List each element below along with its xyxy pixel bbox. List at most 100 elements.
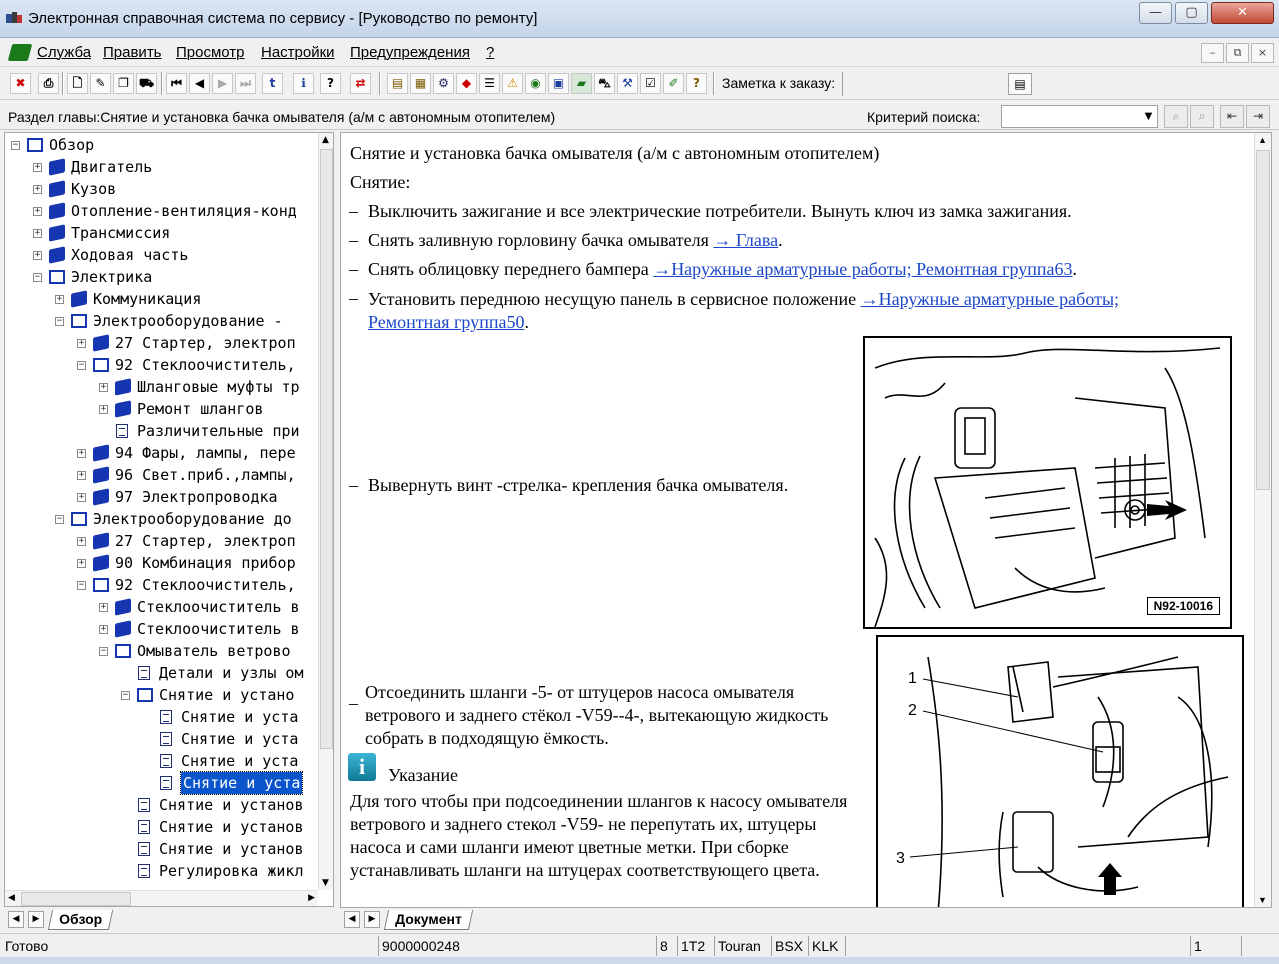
checklist-icon[interactable]: ☑ bbox=[640, 73, 661, 94]
collapse-icon[interactable]: − bbox=[121, 691, 130, 700]
expand-icon[interactable]: + bbox=[33, 251, 42, 260]
expand-icon[interactable]: + bbox=[77, 339, 86, 348]
menu-help[interactable]: ? bbox=[486, 44, 494, 61]
chevron-down-icon[interactable]: ▼ bbox=[1140, 106, 1157, 127]
tab-prev-icon[interactable]: ◀ bbox=[344, 911, 360, 928]
notes-icon[interactable]: ✐ bbox=[663, 73, 684, 94]
tree-node[interactable]: Различительные при bbox=[5, 420, 317, 442]
service-manual-icon[interactable]: ▰ bbox=[571, 73, 592, 94]
tree-node[interactable]: − 92 Стеклоочиститель, bbox=[5, 354, 317, 376]
exterior-repair-group-63-link[interactable]: →Наружные арматурные работы; Ремонтная г… bbox=[653, 259, 1072, 279]
back-to-top-icon[interactable]: t bbox=[262, 73, 283, 94]
globe-icon[interactable]: ◉ bbox=[525, 73, 546, 94]
help-icon[interactable]: ? bbox=[320, 73, 341, 94]
expand-icon[interactable]: + bbox=[77, 493, 86, 502]
next-page-icon[interactable]: ▶ bbox=[212, 73, 233, 94]
maximize-button[interactable]: ▢ bbox=[1175, 2, 1208, 24]
tab-next-icon[interactable]: ▶ bbox=[28, 911, 44, 928]
tree-node[interactable]: − Снятие и устано bbox=[5, 684, 317, 706]
order-note-edit-button[interactable]: ▤ bbox=[1008, 73, 1032, 95]
expand-icon[interactable]: + bbox=[33, 163, 42, 172]
expand-icon[interactable]: + bbox=[99, 383, 108, 392]
expand-icon[interactable]: + bbox=[33, 185, 42, 194]
expand-icon[interactable]: + bbox=[55, 295, 64, 304]
scroll-down-icon[interactable]: ▼ bbox=[322, 878, 329, 888]
print-icon[interactable]: ⎙ bbox=[38, 73, 59, 94]
search-icon[interactable]: ⌕ bbox=[1164, 105, 1188, 128]
collapse-icon[interactable]: − bbox=[77, 361, 86, 370]
question-book-icon[interactable]: ? bbox=[686, 73, 707, 94]
collapse-icon[interactable]: − bbox=[55, 317, 64, 326]
list-icon[interactable]: ☰ bbox=[479, 73, 500, 94]
expand-icon[interactable]: + bbox=[99, 405, 108, 414]
menu-view[interactable]: Просмотр bbox=[176, 44, 245, 61]
menu-edit[interactable]: Править bbox=[103, 44, 162, 61]
manual-icon[interactable]: ◆ bbox=[456, 73, 477, 94]
tree-node[interactable]: − Электрооборудование до bbox=[5, 508, 317, 530]
expand-icon[interactable]: + bbox=[99, 625, 108, 634]
expand-icon[interactable]: + bbox=[33, 207, 42, 216]
tab-next-icon[interactable]: ▶ bbox=[364, 911, 380, 928]
catalog-icon[interactable]: ▦ bbox=[410, 73, 431, 94]
tree-node[interactable]: + Трансмиссия bbox=[5, 222, 317, 244]
expand-icon[interactable]: + bbox=[99, 603, 108, 612]
tree-hscroll-thumb[interactable] bbox=[21, 892, 131, 906]
tree-node[interactable]: Снятие и установ bbox=[5, 838, 317, 860]
collapse-icon[interactable]: − bbox=[11, 141, 20, 150]
tab-prev-icon[interactable]: ◀ bbox=[8, 911, 24, 928]
tree-node[interactable]: Снятие и установ bbox=[5, 794, 317, 816]
tree-node[interactable]: − Электрооборудование - bbox=[5, 310, 317, 332]
scroll-down-icon[interactable]: ▼ bbox=[1258, 895, 1267, 905]
menu-warnings[interactable]: Предупреждения bbox=[350, 44, 470, 61]
mdi-close-button[interactable]: × bbox=[1251, 43, 1274, 63]
tree-node[interactable]: +27 Стартер, электроп bbox=[5, 332, 317, 354]
tree-node[interactable]: +96 Свет.приб.,лампы, bbox=[5, 464, 317, 486]
edit-document-icon[interactable]: ✎ bbox=[90, 73, 111, 94]
tree-node[interactable]: Снятие и установ bbox=[5, 816, 317, 838]
tree-node[interactable]: +94 Фары, лампы, пере bbox=[5, 442, 317, 464]
menu-settings[interactable]: Настройки bbox=[261, 44, 335, 61]
expand-icon[interactable]: + bbox=[33, 229, 42, 238]
tab-document[interactable]: Документ bbox=[383, 910, 473, 930]
scroll-left-icon[interactable]: ◀ bbox=[8, 893, 15, 903]
scroll-right-icon[interactable]: ▶ bbox=[308, 893, 315, 903]
diagnostics-icon[interactable]: ⚒ bbox=[617, 73, 638, 94]
book-list-icon[interactable]: ▤ bbox=[387, 73, 408, 94]
close-button[interactable]: ✕ bbox=[1211, 2, 1274, 24]
car-icon[interactable]: ⛍ bbox=[594, 73, 615, 94]
tree-node[interactable]: +90 Комбинация прибор bbox=[5, 552, 317, 574]
last-page-icon[interactable]: ⏭ bbox=[235, 73, 256, 94]
search-next-icon[interactable]: ⌕ bbox=[1190, 105, 1214, 128]
tree-node[interactable]: + Шланговые муфты тр bbox=[5, 376, 317, 398]
tree-node[interactable]: Регулировка жикл bbox=[5, 860, 317, 882]
tree-node[interactable]: Снятие и уста bbox=[5, 728, 317, 750]
document-scroll-thumb[interactable] bbox=[1256, 150, 1270, 490]
tree-node[interactable]: + Коммуникация bbox=[5, 288, 317, 310]
tree-node[interactable]: Снятие и уста bbox=[5, 750, 317, 772]
wiring-icon[interactable]: ⚙ bbox=[433, 73, 454, 94]
first-page-icon[interactable]: ⏮ bbox=[166, 73, 187, 94]
tree-node[interactable]: + Двигатель bbox=[5, 156, 317, 178]
search-criteria-select[interactable]: ▼ bbox=[1001, 105, 1158, 128]
previous-page-icon[interactable]: ◀ bbox=[189, 73, 210, 94]
swap-icon[interactable]: ⇄ bbox=[350, 73, 371, 94]
order-note-field[interactable] bbox=[842, 72, 1000, 96]
align-left-icon[interactable]: ⇤ bbox=[1220, 105, 1244, 128]
new-document-icon[interactable]: 🗋 bbox=[67, 73, 88, 94]
expand-icon[interactable]: + bbox=[77, 449, 86, 458]
tree-node[interactable]: + Ходовая часть bbox=[5, 244, 317, 266]
expand-icon[interactable]: + bbox=[77, 559, 86, 568]
collapse-icon[interactable]: − bbox=[77, 581, 86, 590]
collapse-icon[interactable]: − bbox=[33, 273, 42, 282]
chapter-link[interactable]: → Глава bbox=[713, 230, 778, 250]
align-right-icon[interactable]: ⇥ bbox=[1246, 105, 1270, 128]
info-icon[interactable]: ℹ bbox=[293, 73, 314, 94]
tree-node[interactable]: − Обзор bbox=[5, 134, 317, 156]
menu-service[interactable]: Служба bbox=[37, 44, 91, 61]
app-menu-icon[interactable] bbox=[7, 44, 33, 61]
tree-node[interactable]: +97 Электропроводка bbox=[5, 486, 317, 508]
warning-icon[interactable]: ⚠ bbox=[502, 73, 523, 94]
tree-node[interactable]: − Омыватель ветрово bbox=[5, 640, 317, 662]
tree-horizontal-scrollbar[interactable]: ◀ ▶ bbox=[5, 890, 318, 906]
scroll-up-icon[interactable]: ▲ bbox=[322, 135, 329, 145]
